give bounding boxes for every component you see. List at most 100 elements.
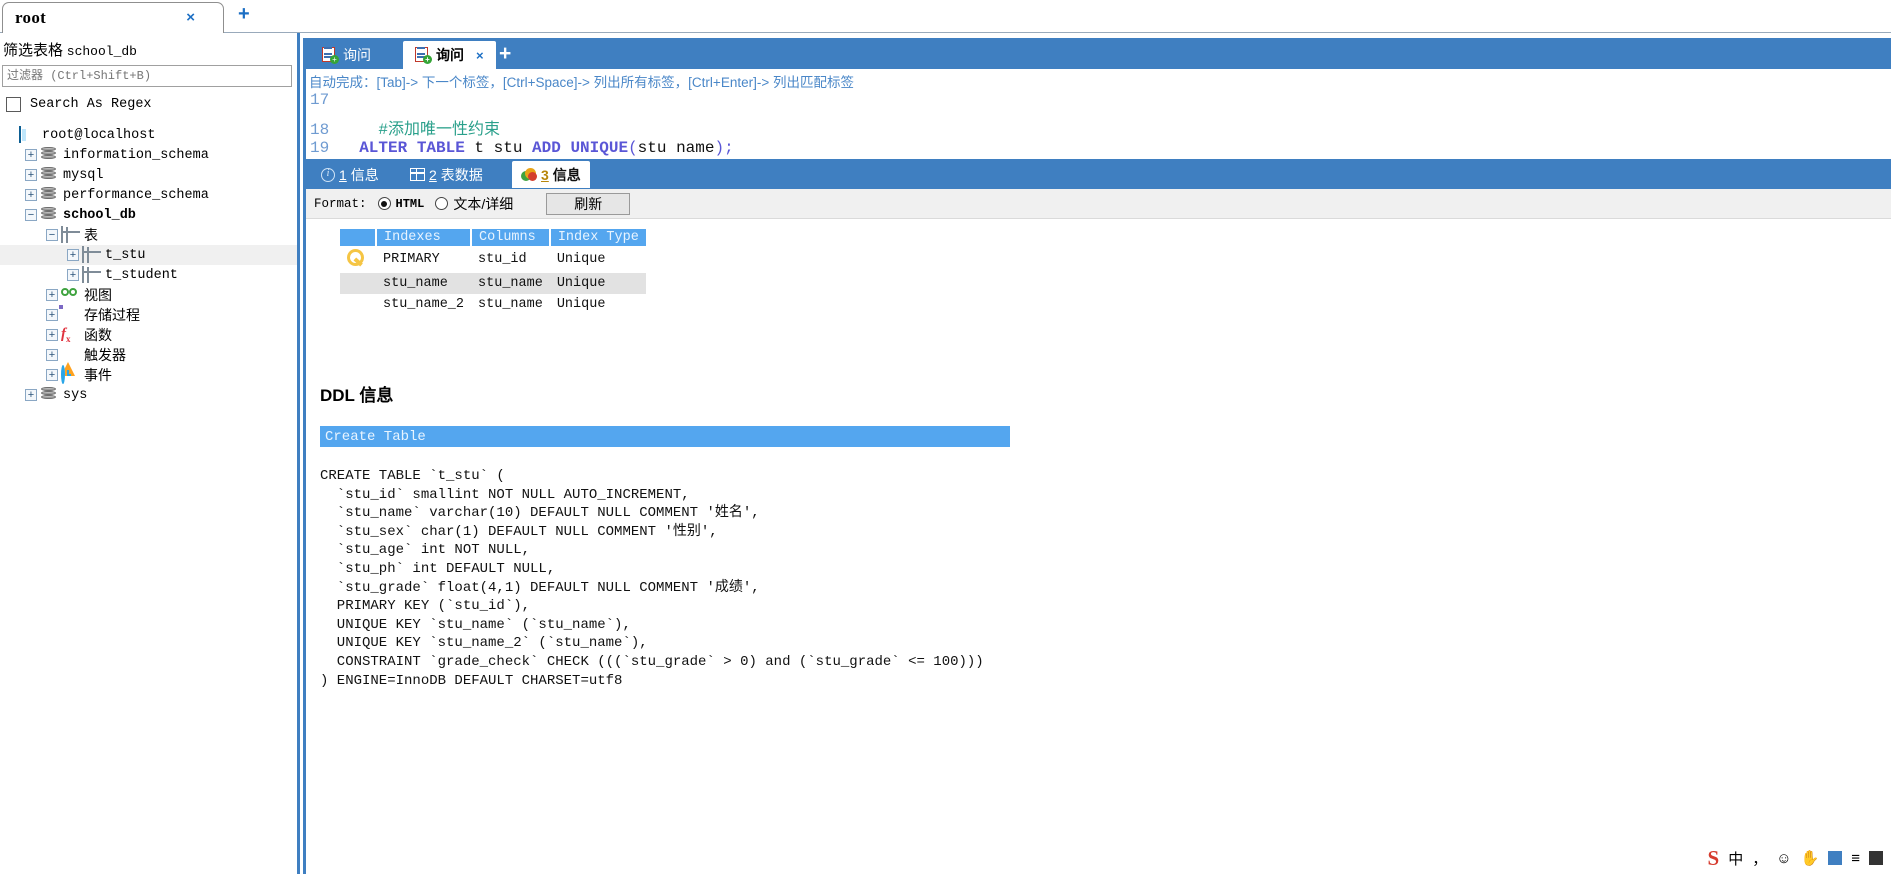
tree-node-sys[interactable]: + sys <box>0 385 297 405</box>
index-row-type: Unique <box>556 252 606 267</box>
result-tab-2-table-data[interactable]: 2 表数据 <box>401 161 492 188</box>
index-row-icon-cell <box>340 273 376 294</box>
refresh-button[interactable]: 刷新 <box>546 192 631 215</box>
pie-chart-icon <box>521 167 537 182</box>
format-toolbar: Format: HTML 文本/详细 刷新 <box>306 189 1891 219</box>
editor-line-18: 18 #添加唯一性约束 <box>306 115 1891 139</box>
tree-node-label: performance_schema <box>63 187 209 203</box>
key-icon <box>347 249 369 266</box>
table-icon <box>82 266 84 283</box>
tree-node--[interactable]: + 触发器 <box>0 345 297 376</box>
tree-node--[interactable]: + 视图 <box>0 285 297 305</box>
index-row-name: stu_name_2 <box>383 297 465 312</box>
result-tab-1-num: 1 <box>339 166 347 183</box>
format-label: Format: <box>314 196 367 211</box>
tree-node-label: school_db <box>63 207 136 223</box>
connection-tab-bar: root × + <box>0 0 1891 33</box>
sql-paren-close: ); <box>714 139 734 157</box>
tree-node--[interactable]: + 存储过程 <box>0 305 297 325</box>
ime-punctuation-icon[interactable]: ， <box>1752 848 1767 869</box>
tree-expander[interactable]: + <box>25 169 37 181</box>
format-option-text-detail[interactable]: 文本/详细 <box>435 194 513 214</box>
object-browser-panel: 筛选表格 school_db Search As Regex root@loca… <box>0 33 300 874</box>
ime-handwriting-icon[interactable]: ✋ <box>1801 849 1820 867</box>
sql-keyword-alter-table: ALTER TABLE <box>359 139 465 157</box>
tree-node-mysql[interactable]: + mysql <box>0 165 297 185</box>
ddl-section-title: DDL 信息 <box>320 386 394 405</box>
tree-expander[interactable]: + <box>25 149 37 161</box>
tree-expander[interactable]: + <box>46 329 58 341</box>
tree-node-information_schema[interactable]: + information_schema <box>0 145 297 165</box>
tree-node-t_stu[interactable]: + t_stu <box>0 245 297 265</box>
result-tab-1-label: 信息 <box>350 166 379 183</box>
tree-node-label: root@localhost <box>42 127 156 143</box>
result-pane: Format: HTML 文本/详细 刷新 Indexes Columns In… <box>303 189 1891 874</box>
radio-icon[interactable] <box>435 197 449 210</box>
sogou-logo-icon[interactable]: S <box>1708 846 1720 871</box>
new-query-tab-button[interactable]: + <box>499 42 511 66</box>
format-option-text-detail-label: 文本/详细 <box>453 195 514 212</box>
index-row-columns: stu_name <box>478 276 543 291</box>
tree-node-label: mysql <box>63 167 104 183</box>
ime-emoji-icon[interactable]: ☺ <box>1776 850 1791 867</box>
search-as-regex-checkbox[interactable] <box>6 97 21 112</box>
tree-expander[interactable]: + <box>25 389 37 401</box>
index-table-header-indexes: Indexes <box>376 229 473 246</box>
tree-expander[interactable]: + <box>67 249 79 261</box>
ime-toolbox-icon[interactable]: ≡ <box>1851 850 1860 867</box>
tree-node-label: 存储过程 <box>84 307 140 323</box>
new-connection-tab-button[interactable]: + <box>238 3 250 26</box>
ddl-create-table-header: Create Table <box>320 426 1010 447</box>
query-tab-2[interactable]: + 询问 × <box>403 41 496 69</box>
tree-node-performance_schema[interactable]: + performance_schema <box>0 185 297 205</box>
sql-paren-open: ( <box>628 139 638 157</box>
tree-node--[interactable]: + fx 函数 <box>0 325 297 345</box>
tree-node-root-localhost[interactable]: root@localhost <box>0 125 297 145</box>
tree-expander[interactable]: + <box>46 289 58 301</box>
tree-node-school_db[interactable]: − school_db <box>0 205 297 225</box>
autocomplete-hint: 自动完成：[Tab]-> 下一个标签，[Ctrl+Space]-> 列出所有标签… <box>309 75 854 90</box>
result-tab-1-info[interactable]: 1 信息 <box>312 161 388 188</box>
tree-node--[interactable]: + 事件 <box>0 365 297 385</box>
tree-node-label: 事件 <box>84 367 112 383</box>
tree-node-t_student[interactable]: + t_student <box>0 265 297 285</box>
tree-expander[interactable]: − <box>25 209 37 221</box>
connection-tab-root[interactable]: root × <box>2 2 224 33</box>
tree-expander[interactable]: + <box>46 369 58 381</box>
line-number: 18 <box>310 121 330 139</box>
tree-node-label: t_student <box>105 267 178 283</box>
query-tab-strip: + 询问 + 询问 × + <box>303 38 1891 69</box>
tree-expander[interactable]: − <box>46 229 58 241</box>
index-row-columns: stu_id <box>478 252 527 267</box>
tree-node-label: information_schema <box>63 147 209 163</box>
tree-expander[interactable]: + <box>67 269 79 281</box>
filter-input[interactable] <box>2 65 292 87</box>
ime-menu-icon[interactable] <box>1869 851 1883 865</box>
tree-node-label: 触发器 <box>84 347 126 363</box>
info-icon <box>321 167 335 182</box>
search-as-regex-row[interactable]: Search As Regex <box>6 97 152 112</box>
index-row-type: Unique <box>556 297 606 312</box>
result-tab-3-info[interactable]: 3 信息 <box>512 161 590 188</box>
filter-title-database: school_db <box>66 44 137 59</box>
ime-mode-icon[interactable]: 中 <box>1728 848 1743 869</box>
index-table-wrapper: Indexes Columns Index Type PRIMARY stu_id… <box>306 219 1891 315</box>
format-option-html[interactable]: HTML <box>377 197 424 211</box>
ime-keyboard-icon[interactable] <box>1828 851 1843 865</box>
object-tree[interactable]: root@localhost + information_schema + mysql +… <box>0 125 297 405</box>
tree-expander[interactable]: + <box>46 349 58 361</box>
index-table-header-row: Indexes Columns Index Type <box>340 229 646 246</box>
sql-editor[interactable]: 自动完成：[Tab]-> 下一个标签，[Ctrl+Space]-> 列出所有标签… <box>303 69 1891 159</box>
tree-expander[interactable]: + <box>25 189 37 201</box>
query-tab-2-label: 询问 <box>436 47 464 63</box>
tree-node-label: sys <box>63 387 88 403</box>
close-icon[interactable]: × <box>186 9 195 26</box>
query-tab-1[interactable]: + 询问 <box>310 41 383 69</box>
tree-node-label: 视图 <box>84 287 112 303</box>
close-icon[interactable]: × <box>476 48 484 63</box>
radio-icon[interactable] <box>377 197 391 210</box>
tree-expander[interactable]: + <box>46 309 58 321</box>
index-row-icon-cell <box>340 246 376 273</box>
result-tab-2-num: 2 <box>429 166 437 183</box>
tree-node--[interactable]: − 表 <box>0 225 297 245</box>
